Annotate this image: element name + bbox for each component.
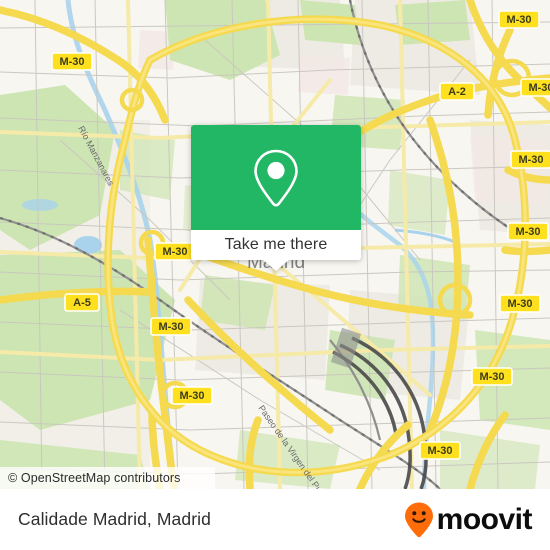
road-shield: M-30 xyxy=(510,150,550,169)
road-shield-label: M-30 xyxy=(479,371,504,383)
road-shield-label: A-2 xyxy=(448,86,466,98)
road-shield-label: M-30 xyxy=(158,321,183,333)
road-shield-label: A-5 xyxy=(73,297,91,309)
page-footer: Calidade Madrid, Madrid moovit xyxy=(0,489,550,550)
road-shield-label: M-30 xyxy=(506,14,531,26)
road-shield-label: M-30 xyxy=(515,226,540,238)
callout-body[interactable]: Take me there xyxy=(191,125,361,260)
road-shield: M-30 xyxy=(51,52,93,71)
map-attribution-bar: © OpenStreetMap contributors xyxy=(0,467,215,489)
road-shield-label: M-30 xyxy=(518,154,543,166)
callout-footer[interactable]: Take me there xyxy=(191,230,361,260)
callout-header xyxy=(191,125,361,230)
take-me-there-label: Take me there xyxy=(224,236,328,253)
place-title: Calidade Madrid, Madrid xyxy=(18,509,211,529)
road-shield-label: M-30 xyxy=(179,390,204,402)
road-shield: M-30 xyxy=(171,386,213,405)
map-pin-icon xyxy=(254,149,298,206)
moovit-map-screen: Madrid Río Manzanares Paseo de la Virgen… xyxy=(0,0,550,550)
road-shield: M-30 xyxy=(498,10,540,29)
road-shield: A-2 xyxy=(439,82,475,101)
road-shield-label: M-30 xyxy=(507,298,532,310)
road-shield: A-5 xyxy=(64,293,100,312)
moovit-wordmark: moovit xyxy=(436,502,533,536)
road-shield: M-30 xyxy=(499,294,541,313)
road-shield: M-30 xyxy=(419,441,461,460)
road-shield: M-30 xyxy=(520,78,550,97)
moovit-brand[interactable]: moovit xyxy=(404,501,533,539)
moovit-smiley-pin-icon xyxy=(404,502,433,537)
road-shield-label: M-30 xyxy=(427,445,452,457)
road-shield-label: M-30 xyxy=(162,246,187,258)
road-shield-label: M-30 xyxy=(59,56,84,68)
road-shield: M-30 xyxy=(150,317,192,336)
road-shield: M-30 xyxy=(507,222,549,241)
callout-pointer-tail xyxy=(262,259,290,271)
road-shield: M-30 xyxy=(471,367,513,386)
map-attribution-text: © OpenStreetMap contributors xyxy=(8,471,181,485)
road-shield-label: M-30 xyxy=(528,82,550,94)
take-me-there-callout[interactable]: Take me there xyxy=(191,125,361,271)
road-shield: M-30 xyxy=(154,242,196,261)
